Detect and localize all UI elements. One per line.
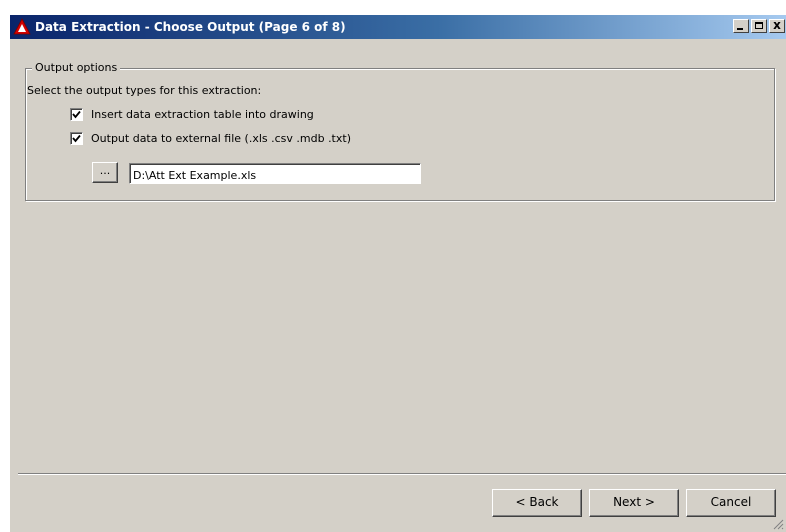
close-icon: x bbox=[773, 18, 781, 32]
insert-table-label: Insert data extraction table into drawin… bbox=[91, 108, 314, 121]
maximize-icon bbox=[755, 22, 763, 29]
window-controls: x bbox=[731, 18, 785, 35]
close-button[interactable]: x bbox=[769, 18, 785, 33]
next-button[interactable]: Next > bbox=[589, 489, 679, 517]
cancel-button[interactable]: Cancel bbox=[686, 489, 776, 517]
minimize-button[interactable] bbox=[733, 19, 749, 33]
external-file-option[interactable]: Output data to external file (.xls .csv … bbox=[70, 132, 351, 145]
insert-table-checkbox[interactable] bbox=[70, 108, 83, 121]
output-options-legend: Output options bbox=[32, 61, 121, 74]
dialog-window: Data Extraction - Choose Output (Page 6 … bbox=[9, 14, 786, 532]
external-file-label: Output data to external file (.xls .csv … bbox=[91, 132, 351, 145]
minimize-icon bbox=[737, 28, 743, 30]
file-path-input[interactable] bbox=[129, 163, 421, 184]
resize-grip-icon[interactable] bbox=[772, 518, 784, 530]
output-options-description: Select the output types for this extract… bbox=[27, 84, 262, 97]
window-title: Data Extraction - Choose Output (Page 6 … bbox=[35, 20, 346, 34]
insert-table-option[interactable]: Insert data extraction table into drawin… bbox=[70, 108, 314, 121]
maximize-button[interactable] bbox=[751, 19, 767, 33]
title-bar[interactable]: Data Extraction - Choose Output (Page 6 … bbox=[10, 15, 786, 39]
browse-button[interactable]: ... bbox=[92, 162, 118, 183]
external-file-checkbox[interactable] bbox=[70, 132, 83, 145]
autocad-app-icon bbox=[13, 18, 31, 35]
footer-separator bbox=[18, 473, 786, 475]
check-icon bbox=[72, 110, 81, 119]
check-icon bbox=[72, 134, 81, 143]
back-button[interactable]: < Back bbox=[492, 489, 582, 517]
